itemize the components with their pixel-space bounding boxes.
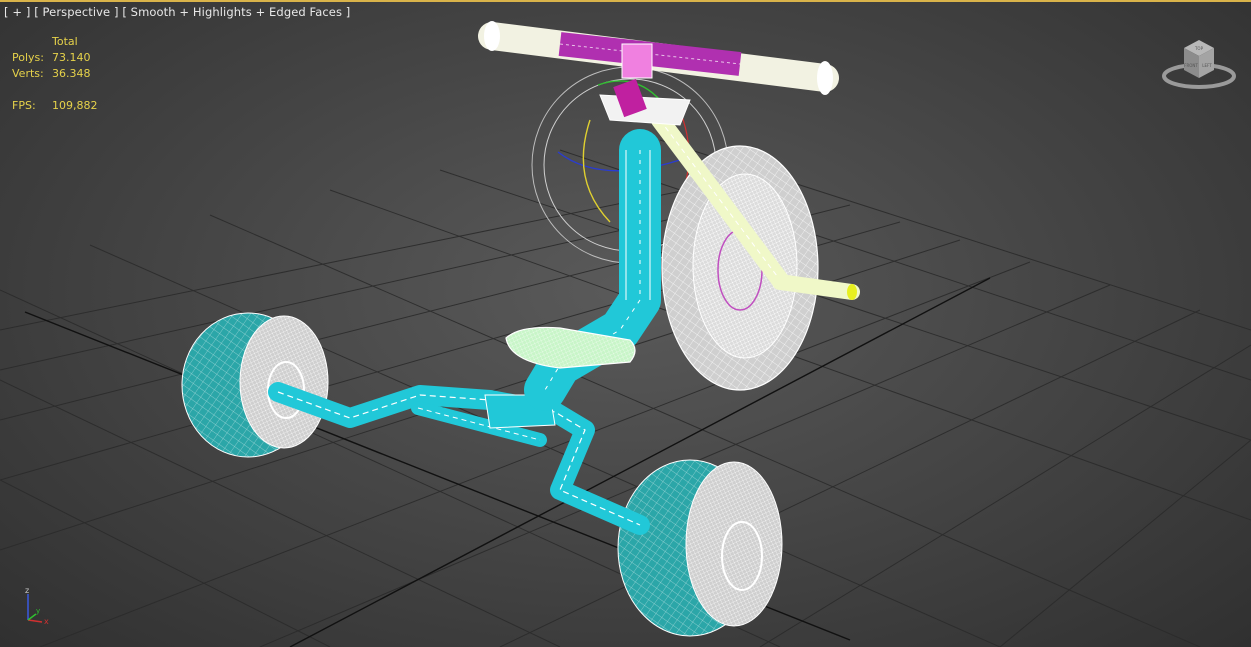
viewcube-icon[interactable]: TOP FRONT LEFT: [1160, 34, 1238, 94]
polys-value: 73.140: [52, 51, 91, 64]
axis-z-label: z: [25, 586, 29, 595]
viewcube-top-label: TOP: [1194, 46, 1204, 51]
stats-header: Total: [52, 35, 78, 48]
fps-value: 109,882: [52, 99, 98, 112]
rear-right-wheel: [617, 459, 783, 637]
viewcube-left-label: LEFT: [1202, 63, 1212, 68]
viewport-menu-button[interactable]: [ + ]: [4, 5, 30, 19]
verts-value: 36.348: [52, 67, 91, 80]
front-wheel: [661, 145, 819, 391]
verts-label: Verts:: [12, 67, 44, 80]
viewcube-front-label: FRONT: [1184, 63, 1198, 68]
rear-left-wheel: [181, 312, 329, 458]
viewport-label: [ + ] [ Perspective ] [ Smooth + Highlig…: [4, 5, 350, 19]
viewport-scene[interactable]: [0, 0, 1251, 647]
handlebar: [478, 21, 839, 126]
axis-x-label: x: [44, 617, 49, 626]
rear-frame: [268, 382, 650, 535]
fps-label: FPS:: [12, 99, 36, 112]
shading-mode-menu[interactable]: [ Smooth + Highlights + Edged Faces ]: [122, 5, 350, 19]
axis-y-label: y: [36, 607, 40, 615]
statistics-overlay: Total Polys: 73.140 Verts: 36.348 FPS: 1…: [12, 34, 132, 114]
polys-label: Polys:: [12, 51, 44, 64]
axis-tripod-icon: z x y: [25, 586, 49, 626]
view-type-menu[interactable]: [ Perspective ]: [34, 5, 118, 19]
